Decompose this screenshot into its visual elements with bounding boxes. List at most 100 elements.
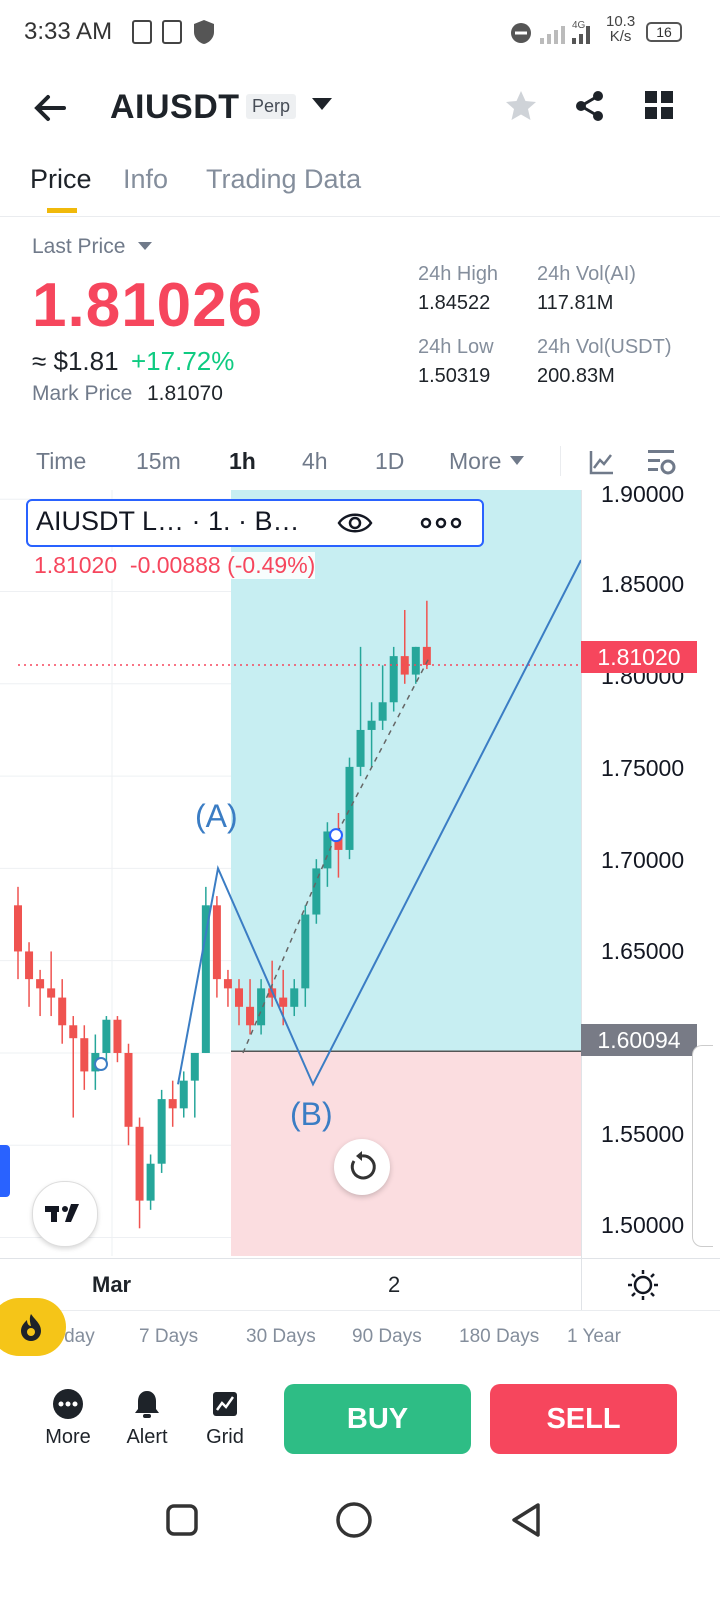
candle-body <box>400 656 409 675</box>
battery-saver-icon <box>132 20 152 44</box>
24h-vol-base-label: 24h Vol(AI) <box>537 263 636 285</box>
contract-type-badge: Perp <box>246 94 297 119</box>
timeframe-time[interactable]: Time <box>36 448 86 475</box>
24h-low-label: 24h Low <box>418 336 494 358</box>
nav-more-label: More <box>45 1426 91 1448</box>
y-tick-label: 1.70000 <box>601 847 685 873</box>
home-icon[interactable] <box>334 1500 374 1540</box>
24h-vol-base-value: 117.81M <box>537 292 614 314</box>
indicator-icon[interactable] <box>588 448 616 476</box>
performance-row: Today 7 Days 30 Days 90 Days 180 Days 1 … <box>0 1326 720 1366</box>
candle-body <box>146 1163 155 1201</box>
tab-info[interactable]: Info <box>123 164 168 195</box>
sell-button[interactable]: SELL <box>490 1384 677 1454</box>
timeframe-15m[interactable]: 15m <box>136 448 181 475</box>
x-label-2: 2 <box>388 1272 401 1297</box>
chart-settings-icon[interactable] <box>646 446 678 478</box>
favorite-star-icon[interactable] <box>503 88 539 124</box>
candle-body <box>279 997 288 1007</box>
x-label-mar: Mar <box>92 1272 132 1297</box>
legend-title[interactable]: AIUSDT L… · 1. · B… <box>36 506 300 537</box>
chart-bottom-divider <box>0 1310 720 1311</box>
eye-icon[interactable] <box>337 510 373 536</box>
y-tick-label: 1.55000 <box>601 1121 685 1147</box>
y-tick-label: 1.50000 <box>601 1212 685 1238</box>
candle-body <box>411 646 420 675</box>
perf-90-days[interactable]: 90 Days <box>352 1326 422 1348</box>
shield-icon <box>194 20 214 44</box>
24h-vol-quote-value: 200.83M <box>537 365 615 387</box>
symbol-title[interactable]: AIUSDT <box>110 88 240 127</box>
network-type: 4G <box>572 20 586 31</box>
last-price-dropdown-icon[interactable] <box>138 242 152 250</box>
symbol-dropdown-caret-icon[interactable] <box>312 98 332 110</box>
back-arrow-icon[interactable] <box>30 88 70 128</box>
24h-high-value: 1.84522 <box>418 292 491 314</box>
recents-icon[interactable] <box>162 1500 202 1540</box>
candle-body <box>157 1099 166 1164</box>
x-axis-divider <box>0 1258 720 1259</box>
candle-body <box>356 729 365 767</box>
candle-body <box>367 720 376 730</box>
candle-body <box>257 988 266 1026</box>
mark-price-value: 1.81070 <box>147 382 223 405</box>
y-tick-label: 1.90000 <box>601 481 685 507</box>
flame-icon <box>21 1314 41 1341</box>
current-price-tag: 1.81020 <box>581 641 697 673</box>
tradingview-logo[interactable] <box>32 1181 98 1247</box>
tab-trading-data[interactable]: Trading Data <box>206 164 361 195</box>
buy-button[interactable]: BUY <box>284 1384 471 1454</box>
active-tab-indicator <box>47 208 77 213</box>
candle-body <box>113 1019 122 1053</box>
more-dropdown-icon[interactable] <box>510 456 524 465</box>
reset-chart-button[interactable] <box>334 1139 390 1195</box>
usd-approx-price: ≈ $1.81 <box>32 346 119 376</box>
share-icon[interactable] <box>572 88 608 124</box>
nav-grid[interactable]: Grid <box>195 1388 255 1449</box>
24h-vol-quote-label: 24h Vol(USDT) <box>537 336 672 358</box>
nav-alert[interactable]: Alert <box>117 1388 177 1449</box>
floating-action-button[interactable] <box>0 1298 66 1356</box>
brightness-icon[interactable] <box>626 1268 660 1302</box>
more-options-icon[interactable] <box>420 515 462 531</box>
timeframe-4h[interactable]: 4h <box>302 448 328 475</box>
nav-more[interactable]: More <box>38 1388 98 1449</box>
bell-icon <box>135 1391 159 1418</box>
candle-body <box>58 997 67 1026</box>
side-drawer-handle[interactable] <box>692 1045 713 1247</box>
status-bar: 3:33 AM 4G 10.3 K/s 16 <box>0 0 720 64</box>
perf-30-days[interactable]: 30 Days <box>246 1326 316 1348</box>
perf-1-year[interactable]: 1 Year <box>567 1326 621 1348</box>
pattern-label-b: (B) <box>290 1096 333 1132</box>
pattern-label-a: (A) <box>195 798 238 834</box>
timeframe-1d[interactable]: 1D <box>375 448 404 475</box>
candle-body <box>212 905 221 980</box>
entry-price-tag: 1.60094 <box>581 1024 697 1056</box>
grid-bot-icon <box>213 1392 237 1416</box>
signal-icon: 4G <box>540 20 590 44</box>
tab-price[interactable]: Price <box>30 164 92 195</box>
tradingview-icon <box>45 1204 79 1222</box>
layout-grid-icon[interactable] <box>642 88 678 124</box>
candle-body <box>378 702 387 721</box>
candle-body <box>102 1019 111 1053</box>
back-nav-icon[interactable] <box>506 1500 546 1540</box>
timeframe-more[interactable]: More <box>449 448 501 475</box>
status-time: 3:33 AM <box>24 18 113 45</box>
mark-price-label: Mark Price <box>32 382 133 405</box>
candle-body <box>47 988 56 998</box>
last-price-label[interactable]: Last Price <box>32 235 125 259</box>
candle-body <box>235 988 243 1007</box>
timeframe-1h[interactable]: 1h <box>229 448 256 475</box>
perf-180-days[interactable]: 180 Days <box>459 1326 539 1348</box>
nav-alert-label: Alert <box>126 1426 168 1448</box>
candle-body <box>190 1052 199 1081</box>
price-change-percent: +17.72% <box>131 346 235 376</box>
ohlc-change: -0.00888 (-0.49%) <box>129 552 316 578</box>
24h-low-value: 1.50319 <box>418 365 491 387</box>
nav-grid-label: Grid <box>206 1426 244 1448</box>
more-dots-icon <box>53 1389 83 1419</box>
perf-7-days[interactable]: 7 Days <box>139 1326 198 1348</box>
candle-body <box>246 1006 255 1026</box>
side-panel-tab[interactable] <box>0 1145 10 1197</box>
